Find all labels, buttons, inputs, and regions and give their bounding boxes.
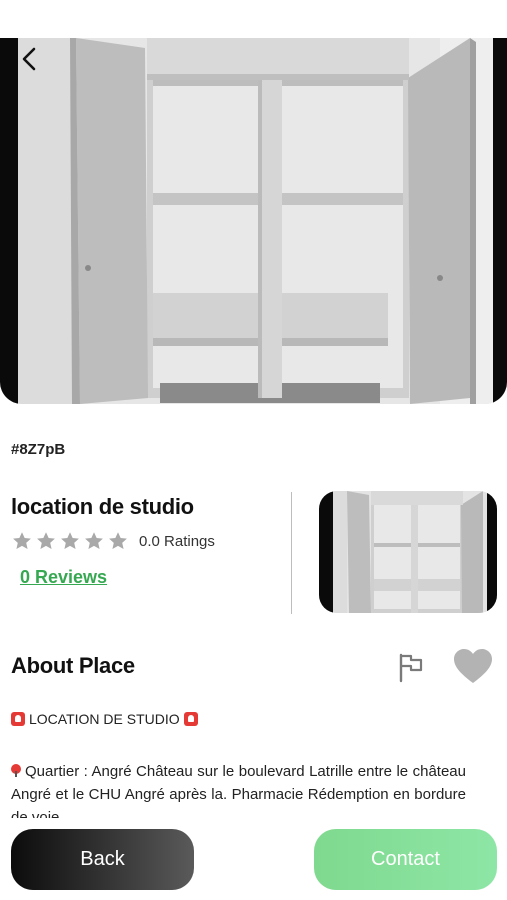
description-headline-row: LOCATION DE STUDIO xyxy=(11,711,198,727)
favorite-button[interactable] xyxy=(453,648,493,686)
ratings-count: 0.0 Ratings xyxy=(139,533,215,550)
heart-icon xyxy=(454,649,492,683)
siren-emoji-icon xyxy=(183,712,198,726)
hero-photo xyxy=(0,38,507,404)
listing-title: location de studio xyxy=(11,494,194,519)
wardrobe-thumbnail-image xyxy=(319,491,497,613)
flag-icon xyxy=(399,653,423,683)
photo-thumbnail[interactable] xyxy=(319,491,497,613)
siren-emoji-icon xyxy=(11,712,25,726)
wardrobe-photo xyxy=(0,38,507,404)
report-button[interactable] xyxy=(396,651,426,683)
description-headline: LOCATION DE STUDIO xyxy=(29,711,180,727)
star-icon xyxy=(109,532,127,549)
star-icon xyxy=(85,532,103,549)
rating-stars xyxy=(11,530,129,552)
vertical-divider xyxy=(291,492,292,614)
description-text: Quartier : Angré Château sur le boulevar… xyxy=(11,763,466,818)
reviews-link[interactable]: 0 Reviews xyxy=(20,567,107,588)
contact-button[interactable]: Contact xyxy=(314,829,497,890)
chevron-left-icon xyxy=(22,47,36,71)
about-place-heading: About Place xyxy=(11,653,135,678)
description-paragraph: Quartier : Angré Château sur le boulevar… xyxy=(11,760,466,818)
back-chevron-button[interactable] xyxy=(14,44,44,74)
back-button[interactable]: Back xyxy=(11,829,194,890)
listing-id: #8Z7pB xyxy=(11,441,66,458)
star-icon xyxy=(13,532,31,549)
star-icon xyxy=(37,532,55,549)
pin-emoji-icon xyxy=(11,764,21,777)
star-icon xyxy=(61,532,79,549)
